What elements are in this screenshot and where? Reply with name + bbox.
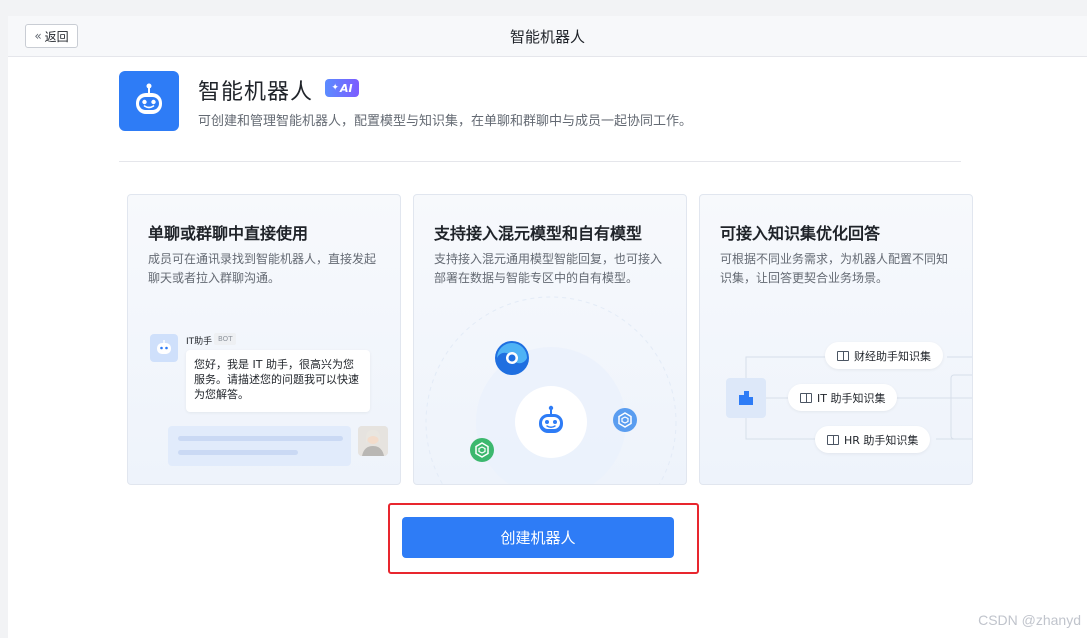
knowledge-source-icon — [726, 378, 766, 418]
sparkle-icon: ✦ — [331, 83, 339, 93]
top-bar: 智能机器人 « 返回 — [8, 16, 1087, 57]
user-message-placeholder — [168, 426, 351, 466]
app-description: 可创建和管理智能机器人，配置模型与知识集，在单聊和群聊中与成员一起协同工作。 — [198, 114, 693, 129]
knowledge-set-pill: HR 助手知识集 — [815, 426, 931, 453]
ai-badge: ✦ AI — [325, 79, 359, 97]
card-title: 单聊或群聊中直接使用 — [148, 224, 309, 243]
feature-card-model: 支持接入混元模型和自有模型 支持接入混元通用模型智能回复，也可接入部署在数据与智… — [413, 194, 687, 485]
page-title: 智能机器人 — [509, 28, 585, 46]
bot-avatar — [150, 334, 178, 362]
book-icon — [800, 392, 812, 403]
divider — [119, 161, 961, 162]
create-robot-button[interactable]: 创建机器人 — [402, 517, 674, 558]
back-button[interactable]: « 返回 — [25, 24, 78, 48]
bot-tag: BOT — [214, 333, 237, 345]
model-icon-green — [470, 438, 494, 462]
book-icon — [827, 434, 839, 445]
hunyuan-model-icon — [494, 340, 530, 376]
user-avatar — [358, 426, 388, 456]
watermark: CSDN @zhanyd — [978, 612, 1081, 628]
knowledge-set-pill: 财经助手知识集 — [825, 342, 943, 369]
knowledge-set-pill: IT 助手知识集 — [788, 384, 898, 411]
robot-icon — [533, 403, 569, 439]
placeholder-line — [178, 450, 298, 455]
placeholder-line — [178, 436, 343, 441]
model-orbit-illustration — [425, 296, 677, 484]
feature-card-knowledge: 可接入知识集优化回答 可根据不同业务需求，为机器人配置不同知识集，让回答更契合业… — [699, 194, 973, 485]
book-icon — [837, 350, 849, 361]
card-description: 成员可在通讯录找到智能机器人，直接发起聊天或者拉入群聊沟通。 — [148, 252, 377, 285]
double-chevron-left-icon: « — [34, 29, 42, 43]
back-button-label: 返回 — [44, 29, 69, 44]
bot-name: IT助手 — [186, 337, 213, 347]
app-title: 智能机器人 — [198, 80, 314, 105]
model-icon-blue — [613, 408, 637, 432]
feature-card-chat: 单聊或群聊中直接使用 成员可在通讯录找到智能机器人，直接发起聊天或者拉入群聊沟通… — [127, 194, 401, 485]
chat-bubble: 您好，我是 IT 助手，很高兴为您服务。请描述您的问题我可以快速为您解答。 — [186, 350, 370, 412]
robot-app-icon — [119, 71, 179, 131]
